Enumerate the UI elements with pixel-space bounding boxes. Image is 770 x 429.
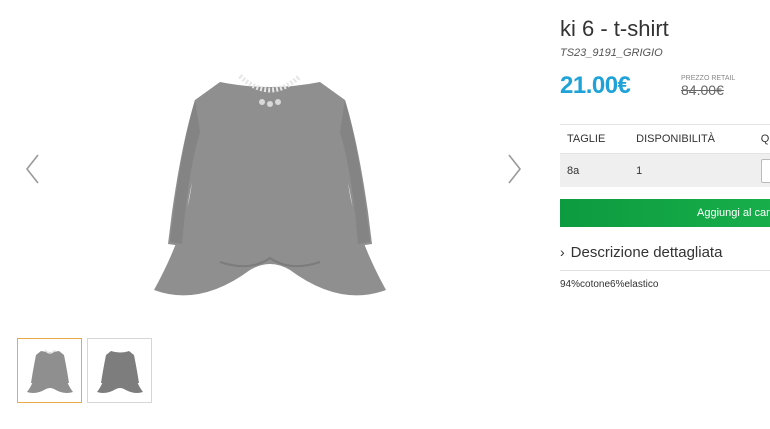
- gallery-prev-button[interactable]: [22, 152, 44, 186]
- description-toggle-label: Descrizione dettagliata: [570, 244, 723, 261]
- add-to-cart-button[interactable]: Aggiungi al carrello: [560, 199, 770, 227]
- header-quantity: Q: [760, 133, 770, 145]
- size-table: TAGLIE DISPONIBILITÀ Q 8a 1: [560, 124, 770, 187]
- table-row: 8a 1: [560, 154, 770, 187]
- product-sku: TS23_9191_GRIGIO: [560, 47, 663, 59]
- product-info: ki 6 - t-shirt TS23_9191_GRIGIO 21.00€ P…: [560, 0, 770, 429]
- thumbnail-front[interactable]: [17, 338, 82, 403]
- header-sizes: TAGLIE: [567, 133, 606, 145]
- product-page: ki 6 - t-shirt TS23_9191_GRIGIO 21.00€ P…: [0, 0, 770, 429]
- main-product-image: [140, 62, 400, 312]
- size-cell: 8a: [567, 164, 580, 177]
- product-title: ki 6 - t-shirt: [560, 16, 669, 41]
- thumbnail-back[interactable]: [87, 338, 152, 403]
- product-gallery: [0, 0, 545, 403]
- description-toggle[interactable]: › Descrizione dettagliata: [560, 244, 722, 261]
- chevron-right-icon: ›: [560, 244, 565, 260]
- quantity-cell: [760, 158, 770, 183]
- size-table-header: TAGLIE DISPONIBILITÀ Q: [560, 124, 770, 154]
- product-price: 21.00€: [560, 72, 631, 99]
- chevron-left-icon: [25, 154, 39, 184]
- availability-cell: 1: [636, 164, 643, 177]
- garment-thumbnail-icon: [96, 350, 143, 393]
- gallery-next-button[interactable]: [503, 152, 525, 186]
- divider: [560, 270, 770, 271]
- thumbnail-strip: [17, 338, 152, 403]
- garment-thumbnail-icon: [26, 348, 73, 393]
- retail-price: 84.00€: [681, 82, 724, 98]
- description-text: 94%cotone6%elastico: [560, 279, 659, 290]
- quantity-input[interactable]: [760, 158, 770, 183]
- chevron-right-icon: [508, 154, 522, 184]
- retail-price-label: PREZZO RETAIL: [681, 75, 736, 82]
- header-availability: DISPONIBILITÀ: [636, 133, 715, 145]
